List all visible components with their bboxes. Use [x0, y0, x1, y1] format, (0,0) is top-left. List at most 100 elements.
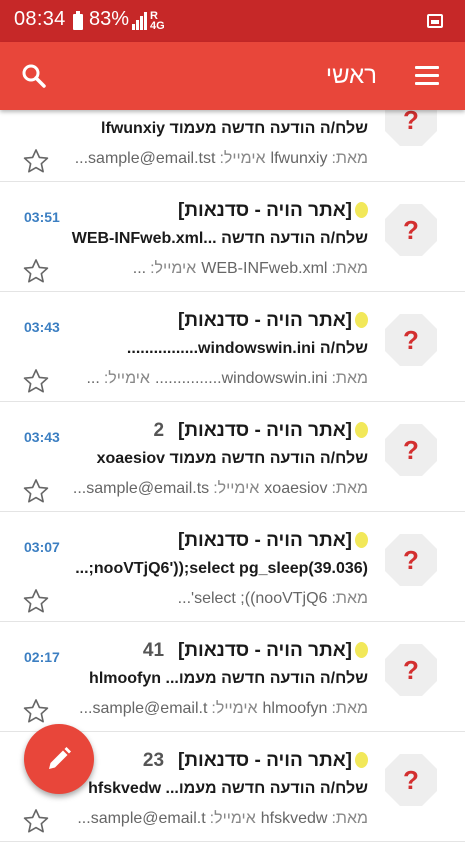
email-time: 03:07 [24, 539, 60, 555]
pencil-icon [49, 747, 71, 769]
svg-text:?: ? [403, 435, 419, 465]
email-subject: [אתר הויה - סדנאות] [178, 640, 352, 661]
email-preview: שלח/ה הודעה חדשה מעמוד xoaesiov [96, 450, 368, 467]
email-time: 02:17 [24, 649, 60, 665]
question-octagon-icon[interactable]: ? [383, 752, 439, 808]
from-label: מאת: [331, 260, 368, 277]
star-icon[interactable] [22, 147, 50, 175]
status-time: 08:34 [14, 8, 66, 30]
from-label: מאת: [331, 150, 368, 167]
email-meta-email: אימייל:sample@email.tst... [75, 150, 266, 167]
app-bar: ראשי [0, 42, 465, 110]
label-moon-icon [355, 422, 368, 438]
email-time: 03:51 [24, 209, 60, 225]
sender-email: sample@email.ts... [72, 480, 210, 497]
from-label: מאת: [331, 700, 368, 717]
svg-text:?: ? [403, 215, 419, 245]
email-subject-line: [אתר הויה - סדנאות] 23 [143, 750, 368, 772]
label-moon-icon [355, 752, 368, 768]
email-label: אימייל: [150, 260, 197, 277]
email-label: אימייל: [211, 700, 258, 717]
email-label: אימייל: [219, 150, 266, 167]
question-octagon-icon[interactable]: ? [383, 532, 439, 588]
thread-count: 23 [142, 750, 165, 771]
sender-name: xoaesiov [264, 480, 328, 497]
search-icon[interactable] [20, 62, 48, 90]
email-preview: שלח/ה הודעה חדשה מעמו... hfskvedw [88, 780, 368, 797]
email-row[interactable]: 02:17 ? [אתר הויה - סדנאות] 41 שלח/ה הודע… [0, 622, 465, 732]
sender-name: windowswin.ini............... [154, 370, 328, 387]
sender-name: hlmoofyn [262, 700, 328, 717]
email-meta-email: אימייל:sample@email.ts... [73, 480, 259, 497]
sender-email: sample@email.t... [77, 810, 206, 827]
from-label: מאת: [331, 370, 368, 387]
email-preview: nooVTjQ6'));select pg_sleep(39.036);... [75, 560, 368, 577]
label-moon-icon [355, 312, 368, 328]
star-icon[interactable] [22, 697, 50, 725]
email-label: אימייל: [209, 810, 256, 827]
email-meta-email: אימייל:... [133, 260, 196, 277]
email-row[interactable]: 03:07 ? [אתר הויה - סדנאות] nooVTjQ6'));… [0, 512, 465, 622]
label-moon-icon [355, 532, 368, 548]
svg-text:?: ? [403, 545, 419, 575]
email-row[interactable]: 03:43 ? [אתר הויה - סדנאות] 2 שלח/ה הודעה… [0, 402, 465, 512]
question-octagon-icon[interactable]: ? [383, 642, 439, 698]
email-subject: [אתר הויה - סדנאות] [178, 200, 352, 221]
email-subject-line: [אתר הויה - סדנאות] [178, 530, 368, 552]
email-subject-line: [אתר הויה - סדנאות] 41 [143, 640, 368, 662]
sender-email: sample@email.t... [79, 700, 208, 717]
email-meta: מאת:hlmoofynאימייל:sample@email.t... [79, 700, 368, 718]
label-moon-icon [355, 642, 368, 658]
email-preview: שלח/ה הודעה חדשה מעמוד lfwunxiy [101, 120, 368, 137]
sender-name: select ;((nooVTjQ6'... [177, 590, 328, 607]
from-label: מאת: [331, 810, 368, 827]
from-label: מאת: [331, 480, 368, 497]
question-octagon-icon[interactable]: ? [383, 202, 439, 258]
gallery-notification-icon [427, 14, 443, 28]
thread-count: 2 [153, 420, 165, 441]
network-type: 4G [150, 20, 165, 32]
sender-name: lfwunxiy [270, 150, 328, 167]
email-meta-email: אימייל:sample@email.t... [79, 700, 257, 717]
menu-icon[interactable] [415, 66, 439, 86]
email-meta: מאת:xoaesiov אימייל:sample@email.ts... [73, 480, 368, 498]
email-subject: [אתר הויה - סדנאות] [178, 420, 352, 441]
star-icon[interactable] [22, 257, 50, 285]
email-preview: שלח/ה הודעה חדשה ...WEB-INFweb.xml [71, 230, 368, 247]
from-label: מאת: [331, 590, 368, 607]
star-icon[interactable] [22, 807, 50, 835]
thread-count: 41 [142, 640, 165, 661]
email-subject: [אתר הויה - סדנאות] [178, 530, 352, 551]
email-label: אימייל: [103, 370, 150, 387]
compose-button[interactable] [24, 724, 94, 794]
star-icon[interactable] [22, 587, 50, 615]
network-indicator: R 4G [150, 11, 165, 32]
email-subject-line: [אתר הויה - סדנאות] [178, 200, 368, 222]
email-meta: מאת:select ;((nooVTjQ6'... [178, 590, 368, 608]
question-octagon-icon[interactable]: ? [383, 312, 439, 368]
battery-icon [73, 11, 83, 30]
email-preview: שלח/ה windowswin.ini................ [126, 340, 368, 357]
question-octagon-icon[interactable]: ? [383, 422, 439, 478]
sender-email: sample@email.tst... [74, 150, 216, 167]
star-icon[interactable] [22, 477, 50, 505]
email-meta: מאת:windowswin.ini...............אימייל:… [86, 370, 368, 388]
email-meta: מאת:WEB-INFweb.xmlאימייל:... [133, 260, 368, 278]
email-time: 03:43 [24, 319, 60, 335]
email-meta: מאת:lfwunxiyאימייל:sample@email.tst... [75, 150, 368, 168]
sender-email: ... [132, 260, 147, 277]
status-bar: 08:34 83% R 4G [0, 0, 465, 42]
page-title: ראשי [325, 62, 377, 89]
label-moon-icon [355, 202, 368, 218]
email-meta-email: אימייל:sample@email.t... [77, 810, 255, 827]
svg-text:?: ? [403, 655, 419, 685]
email-row[interactable]: 03:43 ? [אתר הויה - סדנאות] שלח/ה window… [0, 292, 465, 402]
email-meta: מאת:hfskvedwאימייל:sample@email.t... [77, 810, 368, 828]
sender-name: WEB-INFweb.xml [201, 260, 328, 277]
email-subject: [אתר הויה - סדנאות] [178, 750, 352, 771]
email-row[interactable]: 03:51 ? [אתר הויה - סדנאות] שלח/ה הודעה … [0, 182, 465, 292]
star-icon[interactable] [22, 367, 50, 395]
email-preview: שלח/ה הודעה חדשה מעמו... hlmoofyn [89, 670, 368, 687]
sender-name: hfskvedw [260, 810, 328, 827]
svg-text:?: ? [403, 765, 419, 795]
